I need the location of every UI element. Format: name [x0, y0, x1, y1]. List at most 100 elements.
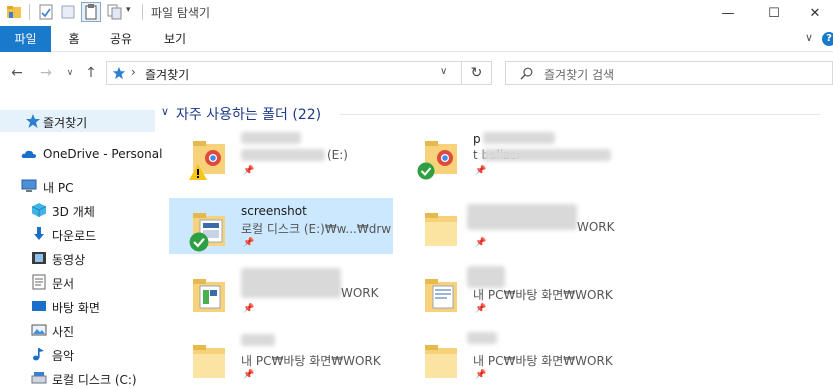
customize-toolbar-icon[interactable]: ▾ — [126, 5, 131, 15]
sync-check-badge-icon — [189, 232, 209, 252]
tab-share[interactable]: 공유 — [101, 26, 141, 52]
desktop-icon — [32, 301, 46, 311]
folder-tile[interactable]: 내 PC₩바탕 화면₩WORK 📌 — [401, 330, 625, 386]
minimize-button[interactable]: — — [705, 0, 751, 26]
copy-icon[interactable] — [106, 4, 122, 20]
refresh-button[interactable]: ↻ — [462, 61, 492, 85]
recent-locations-button[interactable]: ∨ — [60, 63, 80, 83]
sidebar-item-label: 바탕 화면 — [52, 301, 100, 315]
folder-name: screenshot — [241, 204, 307, 218]
redacted-path — [241, 149, 325, 161]
cloud-icon — [21, 150, 36, 158]
properties-icon[interactable] — [38, 4, 54, 20]
folder-tile[interactable]: WORK 📌 — [169, 264, 393, 320]
sidebar-item-label: 사진 — [52, 325, 75, 339]
sidebar-item-pictures[interactable]: 사진 — [0, 319, 155, 341]
drive-icon — [31, 372, 47, 384]
ribbon-tabs: 파일 홈 공유 보기 ∨ ? — [0, 26, 833, 52]
forward-button[interactable]: → — [36, 63, 56, 83]
title-bar: ▾ 파일 탐색기 — ☐ ✕ — [0, 0, 833, 26]
sidebar-item-quick-access[interactable]: 즐겨찾기 — [0, 110, 155, 132]
close-button[interactable]: ✕ — [797, 0, 833, 26]
search-placeholder: 즐겨찾기 검색 — [544, 68, 615, 82]
sidebar-item-label: 3D 개체 — [52, 205, 95, 219]
pin-icon: 📌 — [475, 370, 487, 380]
back-button[interactable]: ← — [7, 63, 27, 83]
collapse-group-icon[interactable]: ∨ — [161, 105, 169, 118]
group-divider — [340, 114, 820, 115]
pin-icon: 📌 — [475, 166, 487, 176]
sidebar-item-videos[interactable]: 동영상 — [0, 247, 155, 269]
group-header[interactable]: 자주 사용하는 폴더 (22) — [176, 104, 321, 124]
search-icon — [520, 67, 533, 80]
folder-path: WORK — [341, 286, 379, 300]
vertical-scrollbar[interactable] — [826, 94, 833, 386]
warning-badge-icon — [189, 164, 207, 180]
tab-file[interactable]: 파일 — [0, 26, 51, 52]
window-title: 파일 탐색기 — [151, 6, 211, 20]
redacted-name — [241, 334, 275, 346]
content-pane: ∨ 자주 사용하는 폴더 (22) (E:) 📌 p t balizer — [155, 94, 833, 386]
sidebar-item-label: 로컬 디스크 (C:) — [52, 373, 137, 387]
search-input[interactable]: 즐겨찾기 검색 — [505, 61, 833, 85]
redacted-name — [467, 204, 577, 230]
folder-name: p — [473, 132, 481, 146]
sidebar-item-label: 음악 — [52, 349, 75, 363]
download-icon — [34, 227, 44, 240]
redacted-name — [483, 132, 555, 144]
folder-icon — [425, 213, 457, 246]
help-icon[interactable]: ? — [822, 32, 833, 46]
video-icon — [32, 252, 46, 264]
expand-ribbon-icon[interactable]: ∨ — [805, 31, 813, 44]
pin-icon: 📌 — [475, 238, 487, 248]
sidebar-item-this-pc[interactable]: 내 PC — [0, 175, 155, 197]
address-bar[interactable]: › 즐겨찾기 ∨ — [106, 61, 462, 85]
folder-tile[interactable]: p t balizer 📌 — [401, 126, 625, 182]
redacted-name — [467, 266, 505, 288]
sidebar-item-3d-objects[interactable]: 3D 개체 — [0, 199, 155, 221]
up-button[interactable]: ↑ — [81, 63, 101, 83]
folder-tile[interactable]: 내 PC₩바탕 화면₩WORK 📌 — [169, 330, 393, 386]
pin-icon: 📌 — [475, 304, 487, 314]
sync-check-badge-icon — [417, 162, 435, 180]
pin-icon: 📌 — [243, 166, 255, 176]
sidebar-item-label: 문서 — [52, 277, 75, 291]
sidebar-item-label: 즐겨찾기 — [43, 116, 88, 130]
redacted-text — [241, 268, 341, 298]
folder-path: 내 PC₩바탕 화면₩WORK — [473, 354, 613, 368]
sidebar-item-music[interactable]: 음악 — [0, 343, 155, 365]
folder-tile[interactable]: (E:) 📌 — [169, 126, 393, 182]
redacted-name — [467, 332, 497, 344]
address-dropdown-icon[interactable]: ∨ — [440, 66, 447, 77]
sidebar-item-label: 다운로드 — [52, 229, 97, 243]
folder-with-preview-icon — [425, 279, 457, 312]
sidebar-item-downloads[interactable]: 다운로드 — [0, 223, 155, 245]
address-text: 즐겨찾기 — [145, 68, 190, 82]
redacted-path — [483, 149, 611, 161]
address-separator: › — [131, 65, 136, 79]
folder-tile[interactable]: WORK 📌 — [401, 198, 625, 254]
star-icon — [112, 66, 126, 80]
maximize-button[interactable]: ☐ — [751, 0, 797, 26]
pin-icon: 📌 — [243, 370, 255, 380]
clipboard-icon[interactable] — [81, 2, 101, 22]
sidebar-item-desktop[interactable]: 바탕 화면 — [0, 295, 155, 317]
folder-path: (E:) — [327, 148, 348, 162]
folder-tile[interactable]: 내 PC₩바탕 화면₩WORK 📌 — [401, 264, 625, 320]
navigation-bar: ← → ∨ ↑ › 즐겨찾기 ∨ ↻ 즐겨찾기 검색 — [0, 52, 833, 94]
folder-path: 로컬 디스크 (E:)₩w...₩drw — [241, 222, 392, 236]
pin-icon: 📌 — [243, 304, 255, 314]
sidebar-item-label: OneDrive - Personal — [43, 147, 163, 161]
folder-tile-screenshot[interactable]: screenshot 로컬 디스크 (E:)₩w...₩drw 📌 — [169, 198, 393, 254]
tab-home[interactable]: 홈 — [58, 26, 90, 52]
redacted-name — [241, 132, 301, 144]
cube-icon — [31, 203, 47, 217]
tab-view[interactable]: 보기 — [155, 26, 195, 52]
sidebar-item-documents[interactable]: 문서 — [0, 271, 155, 293]
pc-icon — [21, 179, 37, 192]
star-icon — [26, 114, 40, 128]
sidebar-item-onedrive[interactable]: OneDrive - Personal — [0, 143, 162, 165]
new-folder-icon[interactable] — [60, 4, 76, 20]
sidebar-item-label: 동영상 — [52, 253, 86, 267]
folder-path: 내 PC₩바탕 화면₩WORK — [241, 354, 381, 368]
